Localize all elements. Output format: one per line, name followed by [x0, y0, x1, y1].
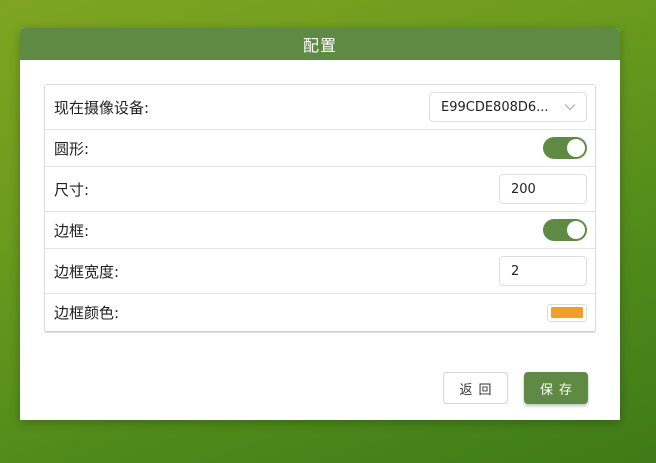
size-row: 尺寸: 200: [45, 167, 595, 212]
border-row: 边框:: [45, 212, 595, 249]
camera-label: 现在摄像设备:: [54, 98, 150, 117]
border-toggle[interactable]: [543, 219, 587, 241]
chevron-down-icon: [564, 101, 576, 113]
border-width-input[interactable]: 2: [499, 256, 587, 286]
border-width-row: 边框宽度: 2: [45, 249, 595, 294]
camera-select[interactable]: E99CDE808D6...: [429, 92, 587, 122]
size-input[interactable]: 200: [499, 174, 587, 204]
config-form: 现在摄像设备: E99CDE808D6... 圆形: 尺寸: 200 边框: 边…: [44, 84, 596, 333]
border-width-label: 边框宽度:: [54, 262, 120, 281]
border-label: 边框:: [54, 221, 90, 240]
circle-row: 圆形:: [45, 130, 595, 167]
back-button[interactable]: 返回: [443, 372, 508, 404]
camera-select-value: E99CDE808D6...: [441, 99, 549, 115]
circle-toggle[interactable]: [543, 137, 587, 159]
toggle-knob: [567, 139, 585, 157]
toggle-knob: [567, 221, 585, 239]
border-color-label: 边框颜色:: [54, 304, 120, 322]
circle-label: 圆形:: [54, 139, 90, 158]
border-color-row: 边框颜色:: [45, 294, 595, 332]
size-label: 尺寸:: [54, 180, 90, 199]
dialog-title: 配置: [20, 28, 620, 60]
camera-row: 现在摄像设备: E99CDE808D6...: [45, 85, 595, 130]
config-dialog: 配置 现在摄像设备: E99CDE808D6... 圆形: 尺寸: 200 边框…: [20, 28, 620, 420]
border-color-picker[interactable]: [547, 303, 587, 322]
color-fill: [551, 307, 583, 318]
save-button[interactable]: 保存: [524, 372, 588, 404]
